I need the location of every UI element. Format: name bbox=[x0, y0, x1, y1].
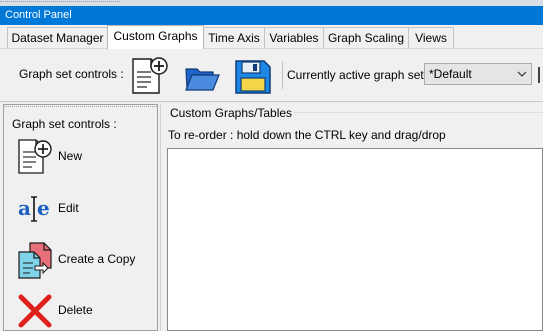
graphs-listbox[interactable] bbox=[167, 148, 543, 331]
tab-time-axis[interactable]: Time Axis bbox=[203, 27, 265, 48]
tab-strip: Dataset Manager Custom Graphs Time Axis … bbox=[0, 25, 543, 49]
new-label: New bbox=[58, 149, 83, 163]
edit-button[interactable]: a e Edit bbox=[12, 189, 152, 233]
custom-graphs-group: Custom Graphs/Tables To re-order : hold … bbox=[163, 104, 543, 331]
chevron-down-icon bbox=[517, 68, 527, 78]
tab-custom-graphs[interactable]: Custom Graphs bbox=[107, 25, 204, 49]
new-document-icon bbox=[16, 137, 54, 177]
delete-label: Delete bbox=[58, 303, 93, 317]
window-title: Control Panel bbox=[0, 6, 543, 25]
tab-views[interactable]: Views bbox=[408, 27, 454, 48]
tab-dataset-manager[interactable]: Dataset Manager bbox=[7, 27, 108, 48]
top-grip bbox=[0, 1, 120, 4]
toolbar: Graph set controls : Currently active gr… bbox=[0, 49, 543, 102]
panel-top-border bbox=[4, 106, 157, 108]
active-graph-set-dropdown[interactable]: *Default bbox=[424, 63, 532, 85]
tab-graph-scaling[interactable]: Graph Scaling bbox=[323, 27, 409, 48]
delete-x-icon bbox=[16, 291, 54, 331]
create-copy-label: Create a Copy bbox=[58, 252, 136, 266]
new-button[interactable]: New bbox=[12, 137, 152, 181]
delete-button[interactable]: Delete bbox=[12, 291, 152, 331]
svg-text:e: e bbox=[37, 196, 50, 220]
open-folder-icon[interactable] bbox=[183, 55, 223, 97]
group-title: Custom Graphs/Tables bbox=[168, 106, 295, 120]
new-document-icon[interactable] bbox=[129, 55, 169, 97]
graph-set-controls-panel: Graph set controls : New a e Edit Create… bbox=[3, 104, 158, 331]
panel-title: Graph set controls : bbox=[12, 117, 117, 131]
save-disk-icon[interactable] bbox=[233, 55, 273, 97]
active-graph-set-value: *Default bbox=[429, 67, 472, 81]
edit-label: Edit bbox=[58, 201, 79, 215]
panel-divider[interactable] bbox=[160, 104, 161, 331]
toolbar-label: Graph set controls : bbox=[19, 67, 124, 81]
create-copy-button[interactable]: Create a Copy bbox=[12, 240, 152, 284]
copy-documents-icon bbox=[16, 240, 54, 280]
toolbar-separator bbox=[282, 61, 283, 89]
tab-variables[interactable]: Variables bbox=[264, 27, 324, 48]
reorder-hint: To re-order : hold down the CTRL key and… bbox=[168, 128, 446, 142]
toolbar-grip[interactable] bbox=[538, 67, 541, 83]
svg-text:a: a bbox=[18, 196, 31, 220]
edit-text-icon: a e bbox=[16, 189, 54, 229]
active-graph-set-label: Currently active graph set bbox=[287, 68, 424, 82]
